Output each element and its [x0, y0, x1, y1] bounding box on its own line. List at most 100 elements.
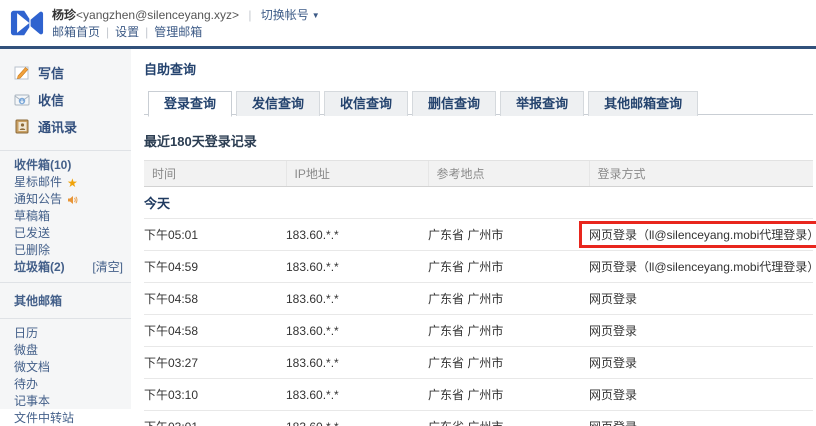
cell-location: 广东省 广州市	[428, 379, 589, 411]
cell-ip: 183.60.*.*	[286, 411, 428, 426]
app-label: 微盘	[14, 344, 38, 357]
page-title: 自助查询	[144, 59, 813, 78]
separator: |	[145, 25, 148, 39]
folder-label: 星标邮件	[14, 176, 62, 189]
table-row: 下午04:58 183.60.*.* 广东省 广州市 网页登录	[144, 315, 813, 347]
account-info: 杨珍<yangzhen@silenceyang.xyz> | 切换帐号▼	[52, 7, 320, 24]
tab-receive-query[interactable]: 收信查询	[324, 91, 408, 116]
separator: |	[106, 25, 109, 39]
sidebar-item-todo[interactable]: 待办	[0, 376, 131, 393]
table-row: 下午04:58 183.60.*.* 广东省 广州市 网页登录	[144, 283, 813, 315]
pencil-icon	[14, 65, 30, 80]
cell-ip: 183.60.*.*	[286, 315, 428, 347]
sidebar-item-other-mailbox[interactable]: 其他邮箱	[0, 289, 131, 312]
cell-location: 广东省 广州市	[428, 251, 589, 283]
sidebar-item-junk[interactable]: 垃圾箱(2) [清空]	[0, 259, 131, 276]
table-row: 下午04:59 183.60.*.* 广东省 广州市 网页登录（ll@silen…	[144, 251, 813, 283]
sidebar-item-deleted[interactable]: 已删除	[0, 242, 131, 259]
table-group-row: 今天	[144, 187, 813, 219]
column-header-method: 登录方式	[589, 161, 813, 187]
sidebar-item-compose[interactable]: 写信	[0, 59, 131, 86]
tab-other-mailbox-query[interactable]: 其他邮箱查询	[588, 91, 698, 116]
cell-ip: 183.60.*.*	[286, 283, 428, 315]
cell-location: 广东省 广州市	[428, 347, 589, 379]
empty-junk-link[interactable]: [清空]	[92, 261, 123, 274]
sidebar-item-label: 写信	[38, 63, 64, 82]
folder-label: 通知公告	[14, 193, 62, 206]
column-header-time: 时间	[144, 161, 286, 187]
sidebar-item-label: 通讯录	[38, 117, 77, 136]
coremail-logo[interactable]	[10, 8, 44, 38]
cell-location: 广东省 广州市	[428, 315, 589, 347]
sidebar-item-drafts[interactable]: 草稿箱	[0, 208, 131, 225]
sidebar-item-calendar[interactable]: 日历	[0, 325, 131, 342]
cell-time: 下午03:01	[144, 411, 286, 426]
cell-method: 网页登录	[589, 411, 813, 426]
header-nav: 邮箱首页 | 设置 | 管理邮箱	[52, 24, 320, 40]
user-name: 杨珍	[52, 8, 76, 22]
folder-label: 已删除	[14, 244, 50, 257]
table-header-row: 时间 IP地址 参考地点 登录方式	[144, 161, 813, 187]
sidebar-item-drive[interactable]: 微盘	[0, 342, 131, 359]
sidebar: 写信 收信 通讯录	[0, 49, 131, 409]
folder-label: 垃圾箱(2)	[14, 261, 65, 274]
cell-time: 下午03:27	[144, 347, 286, 379]
sidebar-item-inbox[interactable]: 收件箱(10)	[0, 157, 131, 174]
sidebar-item-sent[interactable]: 已发送	[0, 225, 131, 242]
sidebar-item-label: 收信	[38, 90, 64, 109]
app-label: 日历	[14, 327, 38, 340]
app-label: 微文档	[14, 361, 50, 374]
tab-send-query[interactable]: 发信查询	[236, 91, 320, 116]
sidebar-divider	[0, 150, 131, 151]
group-label: 今天	[144, 187, 813, 219]
sidebar-item-announcements[interactable]: 通知公告	[0, 191, 131, 208]
column-header-ip: IP地址	[286, 161, 428, 187]
tab-report-query[interactable]: 举报查询	[500, 91, 584, 116]
cell-location: 广东省 广州市	[428, 411, 589, 426]
sidebar-item-starred[interactable]: 星标邮件★	[0, 174, 131, 191]
switch-account-link[interactable]: 切换帐号▼	[261, 8, 320, 22]
table-row: 下午03:27 183.60.*.* 广东省 广州市 网页登录	[144, 347, 813, 379]
contacts-icon	[14, 119, 30, 134]
cell-time: 下午04:59	[144, 251, 286, 283]
login-records-table: 时间 IP地址 参考地点 登录方式 今天 下午05:01 183.60.*.* …	[144, 160, 813, 426]
sidebar-item-file-transfer[interactable]: 文件中转站	[0, 410, 131, 426]
chevron-down-icon: ▼	[312, 11, 320, 20]
folder-label: 草稿箱	[14, 210, 50, 223]
folder-label: 收件箱(10)	[14, 159, 71, 172]
tab-login-query[interactable]: 登录查询	[148, 91, 232, 117]
app-label: 记事本	[14, 395, 50, 408]
speaker-icon	[67, 195, 78, 205]
cell-time: 下午04:58	[144, 283, 286, 315]
cell-location: 广东省 广州市	[428, 283, 589, 315]
cell-ip: 183.60.*.*	[286, 379, 428, 411]
app-label: 待办	[14, 378, 38, 391]
sidebar-item-receive[interactable]: 收信	[0, 86, 131, 113]
cell-method: 网页登录（ll@silenceyang.mobi代理登录）	[589, 251, 813, 283]
envelope-icon	[14, 92, 30, 107]
sidebar-item-notes[interactable]: 记事本	[0, 393, 131, 410]
sidebar-divider	[0, 318, 131, 319]
cell-time: 下午04:58	[144, 315, 286, 347]
manage-mailbox-link[interactable]: 管理邮箱	[154, 25, 202, 39]
cell-method: 网页登录	[589, 283, 813, 315]
column-header-location: 参考地点	[428, 161, 589, 187]
mailbox-home-link[interactable]: 邮箱首页	[52, 25, 100, 39]
cell-time: 下午05:01	[144, 219, 286, 251]
settings-link[interactable]: 设置	[115, 25, 139, 39]
table-row: 下午03:01 183.60.*.* 广东省 广州市 网页登录	[144, 411, 813, 426]
user-email: <yangzhen@silenceyang.xyz>	[76, 8, 239, 22]
sidebar-divider	[0, 282, 131, 283]
table-row: 下午05:01 183.60.*.* 广东省 广州市 网页登录（ll@silen…	[144, 219, 813, 251]
tab-delete-query[interactable]: 删信查询	[412, 91, 496, 116]
cell-method: 网页登录	[589, 379, 813, 411]
cell-method: 网页登录	[589, 315, 813, 347]
sidebar-item-contacts[interactable]: 通讯录	[0, 113, 131, 140]
cell-ip: 183.60.*.*	[286, 347, 428, 379]
cell-ip: 183.60.*.*	[286, 251, 428, 283]
cell-ip: 183.60.*.*	[286, 219, 428, 251]
separator: |	[248, 8, 251, 22]
section-title: 最近180天登录记录	[144, 131, 813, 150]
sidebar-item-docs[interactable]: 微文档	[0, 359, 131, 376]
folder-label: 已发送	[14, 227, 50, 240]
